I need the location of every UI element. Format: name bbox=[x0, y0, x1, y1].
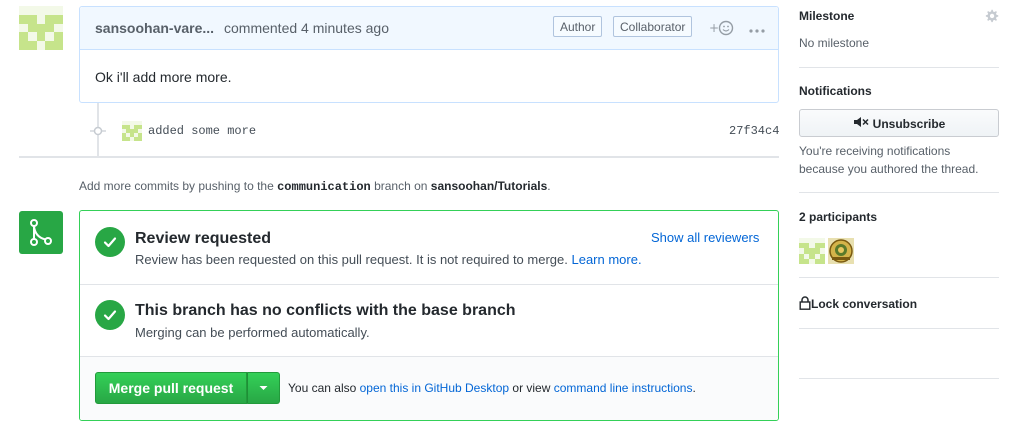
sidebar-divider-2 bbox=[799, 192, 999, 193]
push-hint-middle: branch on bbox=[374, 179, 428, 193]
svg-text:+: + bbox=[709, 21, 719, 35]
comment-box: sansoohan-vare... commented 4 minutes ag… bbox=[79, 6, 779, 103]
also-prefix: You can also bbox=[288, 381, 357, 395]
merge-panel: Review requested Review has been request… bbox=[79, 210, 779, 421]
conflict-subtitle: Merging can be performed automatically. bbox=[135, 325, 370, 340]
lock-icon bbox=[799, 296, 811, 313]
milestone-title[interactable]: Milestone bbox=[799, 9, 854, 23]
conflict-title: This branch has no conflicts with the ba… bbox=[135, 302, 516, 319]
sidebar-divider-4 bbox=[799, 328, 999, 329]
author-badge: Author bbox=[553, 16, 603, 37]
repo-name: sansoohan/Tutorials bbox=[430, 179, 548, 193]
commit-row: added some more 27f34c4 bbox=[90, 120, 780, 142]
merge-options-button[interactable] bbox=[247, 372, 280, 404]
commit-sha[interactable]: 27f34c4 bbox=[729, 124, 779, 138]
milestone-value: No milestone bbox=[799, 36, 870, 50]
lock-label: Lock conversation bbox=[811, 297, 918, 311]
review-section: Review requested Review has been request… bbox=[80, 211, 778, 285]
command-line-link[interactable]: command line instructions bbox=[554, 381, 693, 395]
notify-line-1: You're receiving notifications bbox=[799, 144, 951, 158]
review-title: Review requested bbox=[135, 230, 272, 247]
commit-message[interactable]: added some more bbox=[148, 124, 256, 138]
merge-pull-request-button[interactable]: Merge pull request bbox=[95, 372, 247, 404]
push-hint-prefix: Add more commits by pushing to the bbox=[79, 179, 274, 193]
comment-header: sansoohan-vare... commented 4 minutes ag… bbox=[80, 7, 778, 50]
participants-title: 2 participants bbox=[799, 210, 878, 224]
notifications-title: Notifications bbox=[799, 84, 872, 98]
open-desktop-link[interactable]: open this in GitHub Desktop bbox=[360, 381, 509, 395]
comment-timestamp[interactable]: commented 4 minutes ago bbox=[224, 20, 389, 36]
more-options-icon[interactable] bbox=[748, 23, 766, 33]
also-middle: or view bbox=[512, 381, 551, 395]
participant-avatar-2[interactable] bbox=[828, 238, 854, 264]
also-suffix: . bbox=[692, 381, 696, 395]
gear-icon[interactable] bbox=[984, 9, 999, 24]
mute-icon bbox=[853, 111, 869, 137]
review-subtitle: Review has been requested on this pull r… bbox=[135, 252, 642, 267]
sidebar-divider-5 bbox=[799, 378, 999, 379]
sidebar-divider-3 bbox=[799, 277, 999, 278]
learn-more-link[interactable]: Learn more. bbox=[571, 252, 641, 267]
merge-status-icon bbox=[19, 211, 63, 254]
show-all-reviewers-link[interactable]: Show all reviewers bbox=[651, 230, 759, 245]
notify-line-2: because you authored the thread. bbox=[799, 162, 979, 176]
participant-avatar-1[interactable] bbox=[799, 238, 825, 264]
commit-dot-icon bbox=[90, 125, 106, 137]
branch-name: communication bbox=[277, 180, 371, 194]
push-hint-suffix: . bbox=[547, 179, 551, 193]
merge-footer: Merge pull request You can also open thi… bbox=[80, 356, 778, 420]
push-hint: Add more commits by pushing to the commu… bbox=[79, 179, 551, 194]
timeline-divider bbox=[19, 156, 779, 158]
unsubscribe-label: Unsubscribe bbox=[872, 116, 946, 131]
comment-author[interactable]: sansoohan-vare... bbox=[95, 20, 214, 36]
commenter-avatar[interactable] bbox=[19, 6, 63, 50]
unsubscribe-button[interactable]: Unsubscribe bbox=[799, 109, 999, 137]
conflict-section: This branch has no conflicts with the ba… bbox=[80, 285, 778, 356]
collaborator-badge: Collaborator bbox=[613, 16, 693, 37]
review-check-icon bbox=[95, 227, 125, 257]
caret-down-icon bbox=[259, 386, 268, 390]
lock-conversation-link[interactable]: Lock conversation bbox=[799, 296, 917, 313]
comment-body: Ok i'll add more more. bbox=[95, 69, 232, 85]
conflict-check-icon bbox=[95, 300, 125, 330]
review-subtitle-text: Review has been requested on this pull r… bbox=[135, 252, 568, 267]
sidebar-divider-1 bbox=[799, 67, 999, 68]
add-reaction-icon[interactable]: + bbox=[709, 19, 737, 37]
merge-alternatives: You can also open this in GitHub Desktop… bbox=[288, 381, 696, 395]
commit-author-avatar[interactable] bbox=[122, 121, 142, 141]
